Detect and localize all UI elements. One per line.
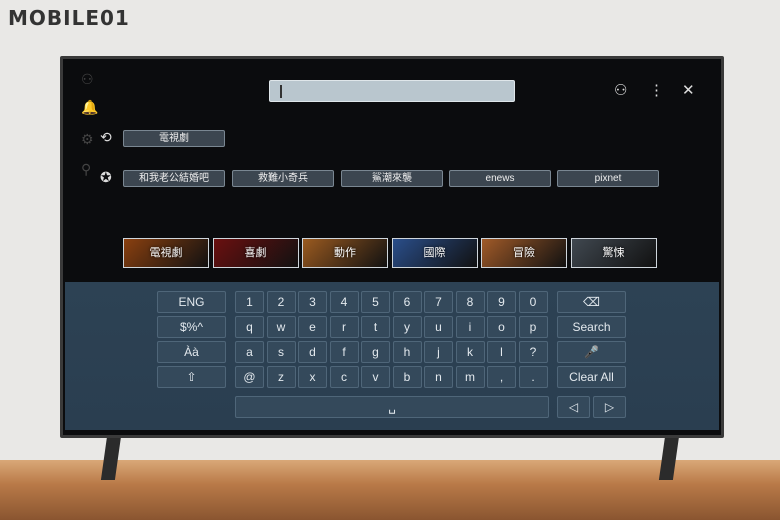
key[interactable]: z — [266, 366, 296, 388]
bell-icon[interactable]: 🔔 — [81, 99, 98, 116]
space-key[interactable]: ␣ — [235, 396, 549, 418]
key[interactable]: j — [424, 341, 453, 363]
key[interactable]: 3 — [298, 291, 327, 313]
key[interactable]: , — [487, 366, 516, 388]
backspace-key[interactable]: ⌫ — [557, 291, 626, 313]
key[interactable]: l — [487, 341, 516, 363]
cursor-right-key[interactable]: ▷ — [593, 396, 626, 418]
category-tile[interactable]: 動作 — [302, 238, 388, 268]
user-icon[interactable]: ⚇ — [81, 71, 94, 88]
history-icon: ⟲ — [100, 129, 112, 145]
key[interactable]: w — [266, 316, 296, 338]
gear-icon[interactable]: ⚙ — [81, 131, 94, 148]
search-key[interactable]: Search — [557, 316, 626, 338]
category-tile[interactable]: 冒險 — [481, 238, 567, 268]
key[interactable]: . — [518, 366, 548, 388]
popular-chip[interactable]: 和我老公結婚吧 — [123, 170, 225, 187]
key[interactable]: v — [361, 366, 390, 388]
popular-chip[interactable]: pixnet — [557, 170, 659, 187]
key[interactable]: s — [266, 341, 296, 363]
key[interactable]: 2 — [266, 291, 296, 313]
user-icon[interactable]: ⚇ — [614, 81, 627, 99]
key[interactable]: a — [235, 341, 264, 363]
key[interactable]: c — [329, 366, 359, 388]
key[interactable]: x — [298, 366, 327, 388]
key[interactable]: h — [392, 341, 422, 363]
category-tile[interactable]: 喜劇 — [212, 238, 299, 268]
watermark-logo: MOBILE01 — [8, 6, 130, 30]
clear-all-key[interactable]: Clear All — [557, 366, 626, 388]
key[interactable]: 9 — [487, 291, 516, 313]
microphone-key[interactable]: 🎤 — [557, 341, 626, 363]
key[interactable]: o — [487, 316, 516, 338]
search-icon[interactable]: ⚲ — [81, 161, 91, 178]
key[interactable]: g — [361, 341, 390, 363]
key[interactable]: 0 — [518, 291, 548, 313]
category-tile[interactable]: 國際 — [391, 238, 478, 268]
search-input[interactable] — [269, 80, 515, 102]
key[interactable]: r — [329, 316, 359, 338]
key[interactable]: 7 — [424, 291, 453, 313]
key[interactable]: n — [424, 366, 453, 388]
key[interactable]: @ — [235, 366, 264, 388]
key[interactable]: e — [298, 316, 327, 338]
key[interactable]: k — [455, 341, 485, 363]
key[interactable]: ? — [518, 341, 548, 363]
key[interactable]: 4 — [329, 291, 359, 313]
key[interactable]: 6 — [392, 291, 422, 313]
key[interactable]: b — [392, 366, 422, 388]
key[interactable]: 8 — [455, 291, 485, 313]
popular-chip[interactable]: 救難小奇兵 — [232, 170, 334, 187]
key[interactable]: m — [455, 366, 485, 388]
text-caret — [280, 85, 282, 98]
on-screen-keyboard: ENG 1 2 3 4 5 6 7 8 9 0 ⌫ $%^ q w e r t y u i o p Search Àà a s d f g… — [65, 282, 719, 430]
key[interactable]: i — [455, 316, 485, 338]
category-tile[interactable]: 電視劇 — [123, 238, 209, 268]
key[interactable]: d — [298, 341, 327, 363]
shift-key[interactable]: ⇧ — [157, 366, 226, 388]
key[interactable]: 5 — [361, 291, 390, 313]
key[interactable]: p — [518, 316, 548, 338]
key[interactable]: f — [329, 341, 359, 363]
award-icon: ✪ — [100, 169, 112, 185]
more-vert-icon[interactable]: ⋮ — [649, 81, 664, 99]
key[interactable]: u — [424, 316, 453, 338]
key[interactable]: 1 — [235, 291, 264, 313]
symbols-key[interactable]: $%^ — [157, 316, 226, 338]
key[interactable]: t — [361, 316, 390, 338]
accent-key[interactable]: Àà — [157, 341, 226, 363]
tv-screen: ⚇ 🔔 ⚙ ⚲ ⚇ ⋮ ✕ ⟲ 電視劇 ✪ 和我老公結婚吧 救難小奇兵 鯊潮來襲… — [63, 59, 721, 435]
category-tile[interactable]: 驚悚 — [570, 238, 657, 268]
close-icon[interactable]: ✕ — [682, 81, 695, 99]
key[interactable]: y — [392, 316, 422, 338]
cursor-left-key[interactable]: ◁ — [557, 396, 590, 418]
recent-search-chip[interactable]: 電視劇 — [123, 130, 225, 147]
popular-chip[interactable]: 鯊潮來襲 — [341, 170, 443, 187]
language-key[interactable]: ENG — [157, 291, 226, 313]
key[interactable]: q — [235, 316, 264, 338]
popular-chip[interactable]: enews — [449, 170, 551, 187]
